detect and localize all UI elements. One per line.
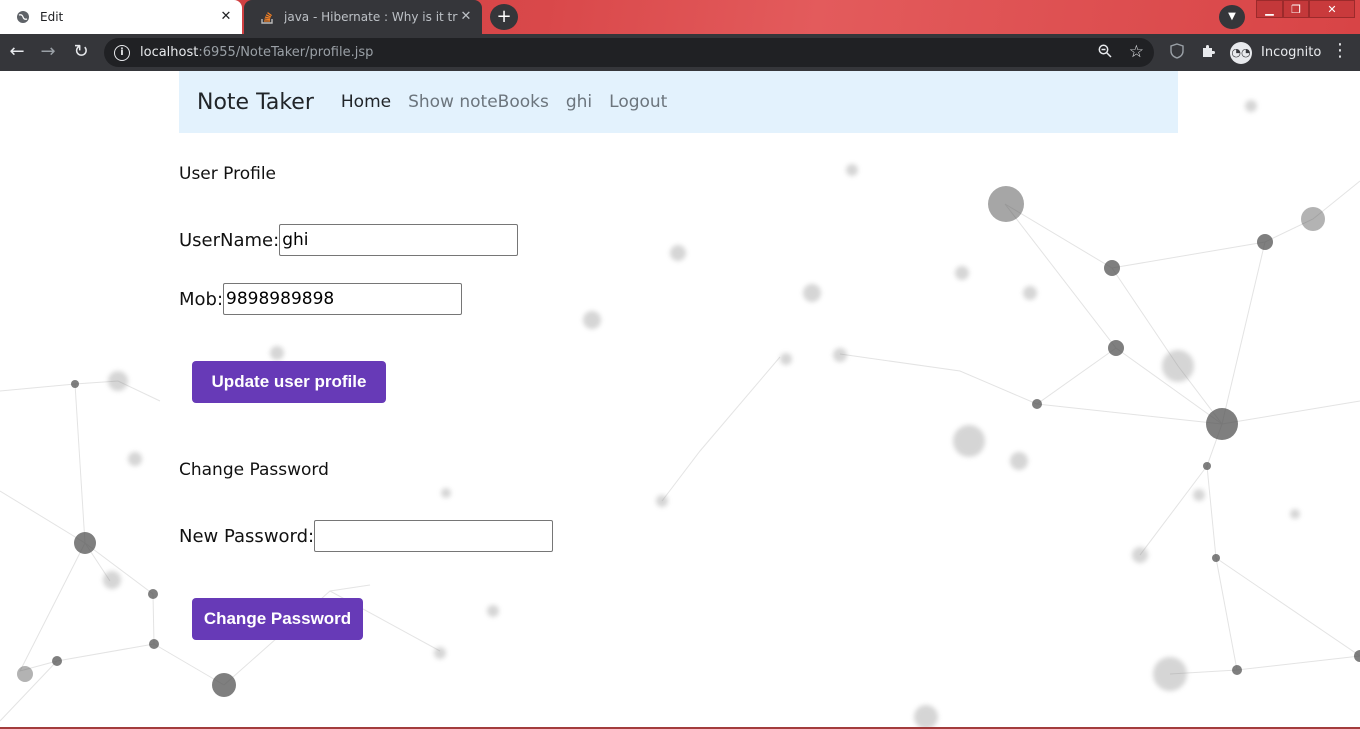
nav-logout-link[interactable]: Logout	[609, 92, 667, 112]
nav-show-notebooks-link[interactable]: Show noteBooks	[408, 92, 549, 112]
username-input[interactable]	[279, 224, 519, 256]
zoom-icon[interactable]	[1098, 44, 1112, 62]
shield-extension-icon[interactable]	[1169, 43, 1185, 63]
username-row: UserName:	[179, 224, 519, 256]
incognito-profile[interactable]: ◔◔ Incognito	[1228, 39, 1346, 66]
site-info-icon[interactable]: i	[114, 44, 130, 61]
new-password-label: New Password:	[179, 525, 315, 547]
mob-label: Mob:	[179, 288, 224, 310]
nav-user-link[interactable]: ghi	[566, 92, 592, 112]
change-password-heading: Change Password	[179, 460, 329, 480]
stackoverflow-icon	[260, 10, 274, 24]
globe-icon	[16, 10, 30, 24]
close-window-icon[interactable]: ✕	[1309, 0, 1355, 18]
brand-link[interactable]: Note Taker	[197, 90, 314, 115]
incognito-icon: ◔◔	[1230, 41, 1252, 64]
close-tab-icon[interactable]: ✕	[458, 9, 474, 25]
browser-toolbar: ← → ↻ i localhost:6955/NoteTaker/profile…	[0, 34, 1360, 71]
back-icon[interactable]: ←	[5, 40, 29, 64]
mob-input[interactable]	[223, 283, 463, 315]
mob-row: Mob:	[179, 283, 463, 315]
address-bar[interactable]: i localhost:6955/NoteTaker/profile.jsp ☆	[104, 38, 1154, 67]
bookmark-star-icon[interactable]: ☆	[1129, 42, 1144, 62]
username-label: UserName:	[179, 229, 280, 251]
extensions-puzzle-icon[interactable]	[1200, 43, 1216, 63]
page-content: Note Taker Home Show noteBooks ghi Logou…	[0, 71, 1360, 729]
restore-icon[interactable]: ❐	[1283, 0, 1309, 18]
tab-stackoverflow[interactable]: java - Hibernate : Why is it trying ✕	[244, 0, 482, 34]
reload-icon[interactable]: ↻	[69, 40, 93, 64]
forward-icon[interactable]: →	[36, 40, 60, 64]
top-navbar: Note Taker Home Show noteBooks ghi Logou…	[179, 71, 1178, 133]
tab-strip: Edit ✕ java - Hibernate : Why is it tryi…	[0, 0, 1360, 34]
minimize-icon[interactable]: ▁	[1256, 0, 1283, 18]
window-controls: ▁ ❐ ✕	[1256, 0, 1355, 18]
new-password-row: New Password:	[179, 520, 554, 552]
incognito-label: Incognito	[1261, 45, 1322, 60]
nav-home-link[interactable]: Home	[341, 92, 391, 112]
browser-menu-icon[interactable]: ⋮	[1330, 40, 1350, 61]
tab-title: Edit	[40, 10, 64, 24]
tab-edit[interactable]: Edit ✕	[0, 0, 242, 34]
close-tab-icon[interactable]: ✕	[218, 9, 234, 25]
user-profile-heading: User Profile	[179, 164, 277, 184]
tab-title: java - Hibernate : Why is it trying	[284, 10, 458, 24]
change-password-button[interactable]: Change Password	[192, 598, 363, 640]
update-profile-button[interactable]: Update user profile	[192, 361, 386, 403]
new-password-input[interactable]	[314, 520, 554, 552]
new-tab-icon[interactable]: +	[490, 4, 518, 30]
url-text: localhost:6955/NoteTaker/profile.jsp	[140, 45, 374, 60]
tab-search-icon[interactable]: ▼	[1219, 5, 1245, 29]
